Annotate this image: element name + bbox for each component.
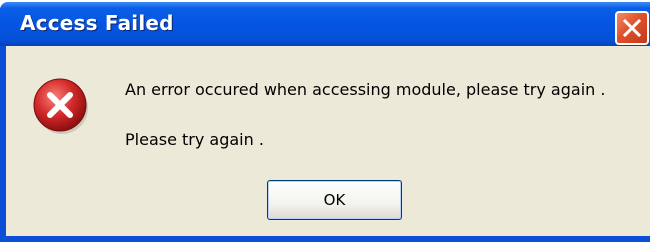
dialog-body: An error occured when accessing module, … (6, 46, 650, 236)
dialog-window: Access Failed An error occured when acce… (0, 2, 650, 242)
error-icon (33, 78, 88, 134)
ok-button[interactable]: OK (267, 180, 402, 220)
window-title: Access Failed (20, 11, 174, 35)
retry-message: Please try again . (125, 130, 264, 149)
error-message: An error occured when accessing module, … (125, 80, 606, 99)
close-button[interactable] (615, 11, 649, 45)
close-icon (622, 18, 642, 38)
title-bar[interactable]: Access Failed (0, 2, 650, 46)
